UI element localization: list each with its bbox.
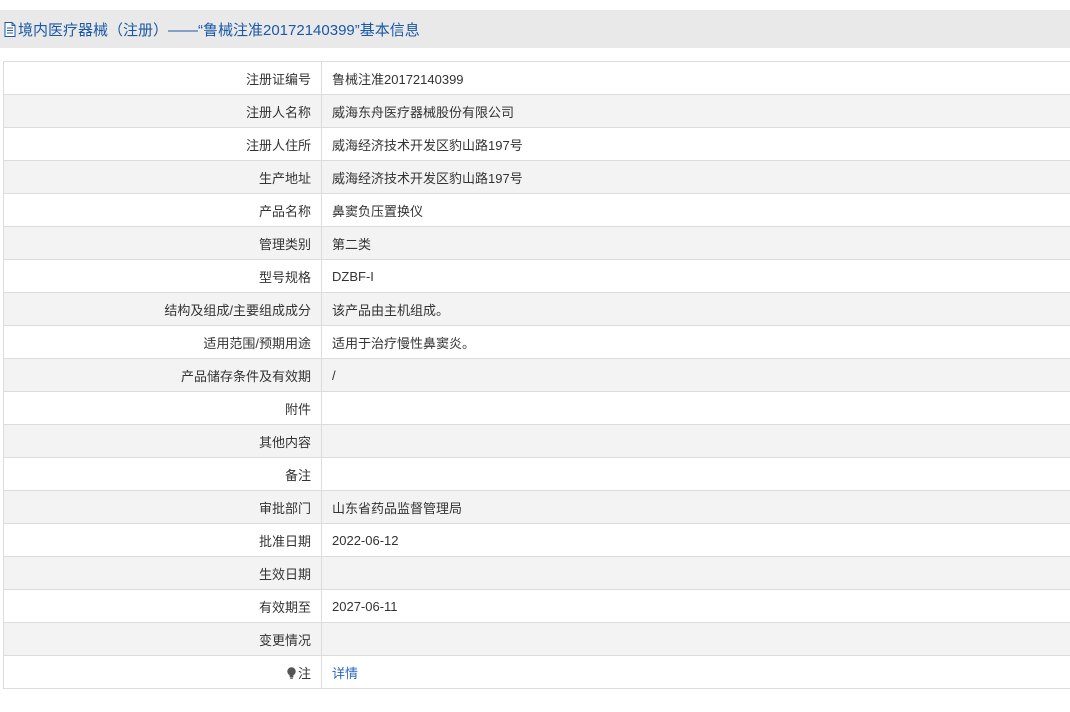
- note-label: 注: [297, 665, 311, 681]
- field-label: 其他内容: [3, 424, 322, 458]
- field-label: 批准日期: [3, 523, 322, 557]
- page-title: 境内医疗器械（注册）——“鲁械注准20172140399”基本信息: [18, 21, 420, 39]
- table-row: 审批部门 山东省药品监督管理局: [3, 490, 1070, 524]
- table-row: 变更情况: [3, 622, 1070, 656]
- field-value: 鲁械注准20172140399: [321, 61, 1070, 95]
- table-row: 批准日期 2022-06-12: [3, 523, 1070, 557]
- table-row: 管理类别 第二类: [3, 226, 1070, 260]
- field-value: 威海经济技术开发区豹山路197号: [321, 127, 1070, 161]
- field-label: 产品名称: [3, 193, 322, 227]
- table-row: 产品名称 鼻窦负压置换仪: [3, 193, 1070, 227]
- table-row: 注册人名称 威海东舟医疗器械股份有限公司: [3, 94, 1070, 128]
- table-row: 注册证编号 鲁械注准20172140399: [3, 61, 1070, 95]
- field-label: 注册人名称: [3, 94, 322, 128]
- field-value: [321, 622, 1070, 656]
- table-row: 结构及组成/主要组成成分 该产品由主机组成。: [3, 292, 1070, 326]
- field-value: DZBF-I: [321, 259, 1070, 293]
- field-label: 适用范围/预期用途: [3, 325, 322, 359]
- field-value: 2022-06-12: [321, 523, 1070, 557]
- device-info-table: 注册证编号 鲁械注准20172140399 注册人名称 威海东舟医疗器械股份有限公司注…: [3, 61, 1070, 689]
- page-title-bar: 境内医疗器械（注册）——“鲁械注准20172140399”基本信息: [0, 10, 1070, 48]
- table-row: 适用范围/预期用途 适用于治疗慢性鼻窦炎。: [3, 325, 1070, 359]
- field-label: 附件: [3, 391, 322, 425]
- table-row: 生效日期: [3, 556, 1070, 590]
- field-label: 备注: [3, 457, 322, 491]
- document-icon: [4, 21, 16, 37]
- field-label: 有效期至: [3, 589, 322, 623]
- field-label: 注册证编号: [3, 61, 322, 95]
- field-label: 生产地址: [3, 160, 322, 194]
- field-value: /: [321, 358, 1070, 392]
- field-value: 适用于治疗慢性鼻窦炎。: [321, 325, 1070, 359]
- field-label: 产品储存条件及有效期: [3, 358, 322, 392]
- table-row: 产品储存条件及有效期 /: [3, 358, 1070, 392]
- field-label: 生效日期: [3, 556, 322, 590]
- lightbulb-icon: [287, 666, 296, 679]
- note-row: 注 详情: [3, 655, 1070, 689]
- field-label: 管理类别: [3, 226, 322, 260]
- field-value: [321, 457, 1070, 491]
- table-row: 附件: [3, 391, 1070, 425]
- field-value: [321, 424, 1070, 458]
- table-row: 生产地址 威海经济技术开发区豹山路197号: [3, 160, 1070, 194]
- field-value: 威海经济技术开发区豹山路197号: [321, 160, 1070, 194]
- table-row: 其他内容: [3, 424, 1070, 458]
- note-value-cell: 详情: [321, 655, 1070, 689]
- field-label: 变更情况: [3, 622, 322, 656]
- table-row: 注册人住所 威海经济技术开发区豹山路197号: [3, 127, 1070, 161]
- table-row: 有效期至 2027-06-11: [3, 589, 1070, 623]
- field-value: [321, 556, 1070, 590]
- details-link[interactable]: 详情: [332, 666, 358, 681]
- table-row: 型号规格 DZBF-I: [3, 259, 1070, 293]
- field-value: 2027-06-11: [321, 589, 1070, 623]
- field-label: 注册人住所: [3, 127, 322, 161]
- field-value: 山东省药品监督管理局: [321, 490, 1070, 524]
- field-value: [321, 391, 1070, 425]
- table-row: 备注: [3, 457, 1070, 491]
- field-value: 威海东舟医疗器械股份有限公司: [321, 94, 1070, 128]
- field-label: 审批部门: [3, 490, 322, 524]
- field-value: 鼻窦负压置换仪: [321, 193, 1070, 227]
- field-value: 第二类: [321, 226, 1070, 260]
- field-value: 该产品由主机组成。: [321, 292, 1070, 326]
- field-label: 型号规格: [3, 259, 322, 293]
- field-label: 结构及组成/主要组成成分: [3, 292, 322, 326]
- note-label-cell: 注: [3, 655, 322, 689]
